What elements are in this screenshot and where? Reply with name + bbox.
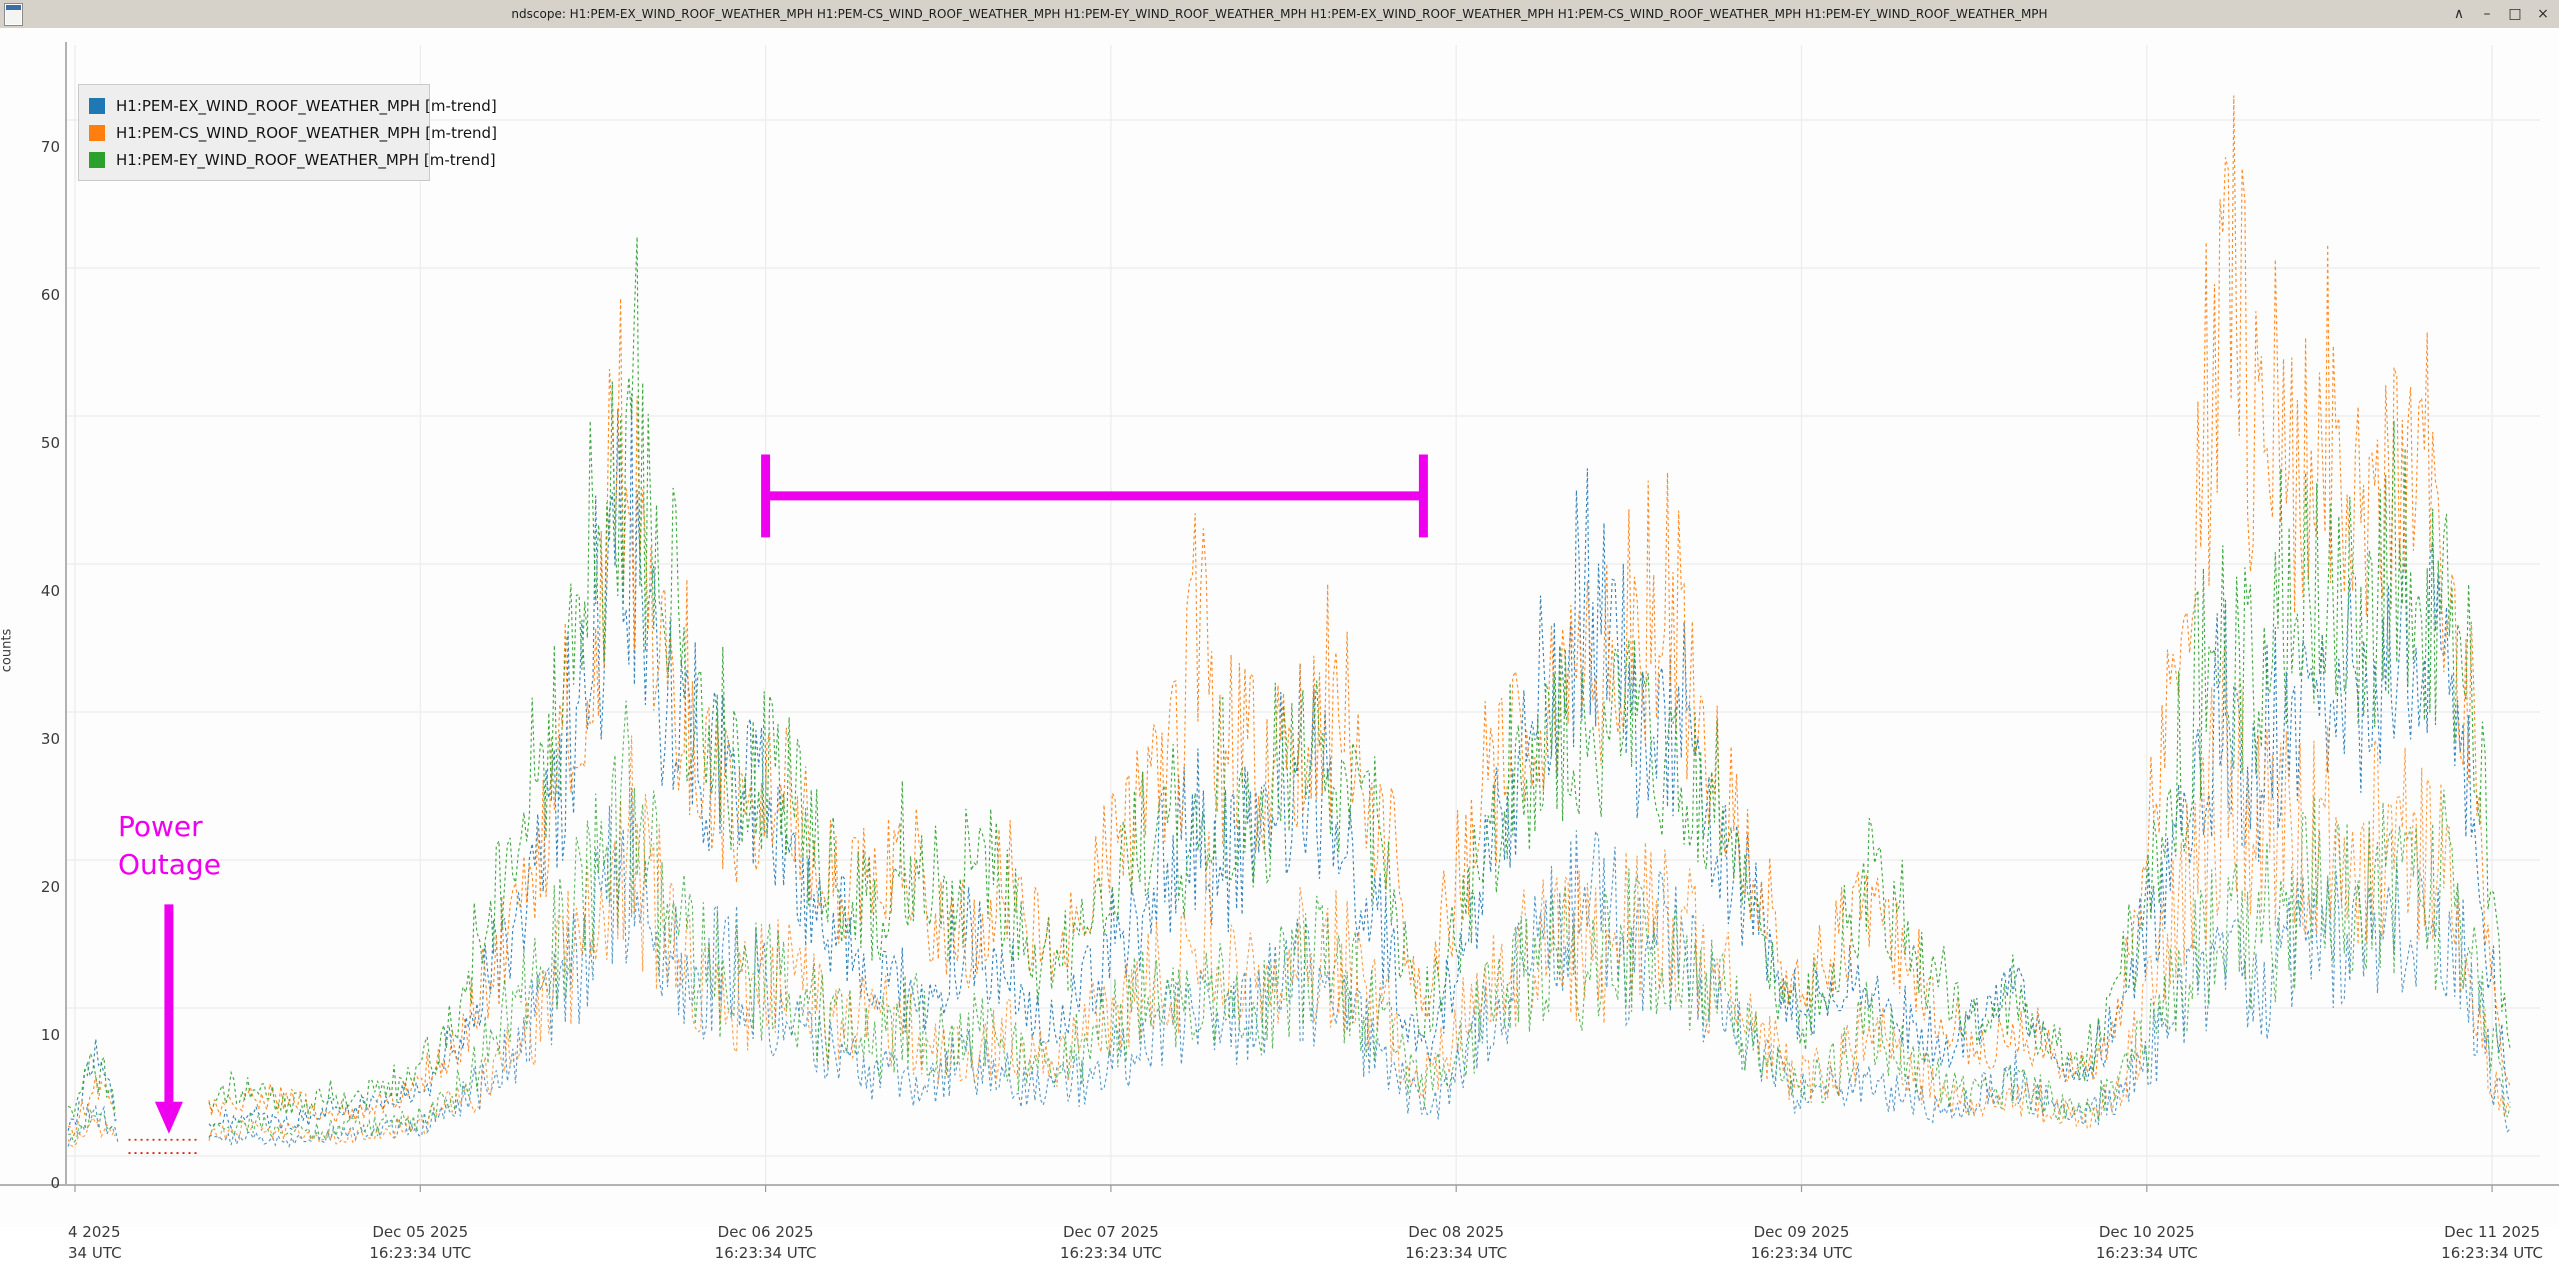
ndscope-window: ndscope: H1:PEM-EX_WIND_ROOF_WEATHER_MPH… — [0, 0, 2559, 1227]
chart-canvas[interactable] — [0, 28, 2559, 1227]
x-tick-label: 4 202534 UTC — [68, 1222, 122, 1264]
y-tick-label: 30 — [0, 730, 60, 748]
shade-button[interactable]: ∧ — [2451, 0, 2467, 28]
trend-line — [68, 788, 2510, 1147]
power-outage-text-line: Power — [118, 808, 221, 846]
trend-line — [68, 645, 2510, 1147]
power-outage-arrow-head — [155, 1102, 183, 1134]
legend[interactable]: H1:PEM-EX_WIND_ROOF_WEATHER_MPH [m-trend… — [78, 84, 430, 181]
y-tick-label: 70 — [0, 138, 60, 156]
legend-item: H1:PEM-EY_WIND_ROOF_WEATHER_MPH [m-trend… — [89, 146, 419, 173]
x-tick-label: Dec 07 202516:23:34 UTC — [1060, 1222, 1162, 1264]
legend-swatch — [89, 152, 105, 168]
trend-line — [68, 701, 2510, 1143]
power-outage-annotation-label: PowerOutage — [118, 808, 221, 884]
titlebar: ndscope: H1:PEM-EX_WIND_ROOF_WEATHER_MPH… — [0, 0, 2559, 29]
y-tick-label: 50 — [0, 434, 60, 452]
trend-line — [68, 96, 2510, 1136]
x-tick-label: Dec 08 202516:23:34 UTC — [1405, 1222, 1507, 1264]
plot-area[interactable]: counts 010203040506070 4 202534 UTCDec 0… — [0, 28, 2559, 1227]
y-tick-label: 0 — [0, 1174, 60, 1192]
window-title: ndscope: H1:PEM-EX_WIND_ROOF_WEATHER_MPH… — [511, 7, 2047, 21]
x-tick-label: Dec 11 202516:23:34 UTC — [2441, 1222, 2543, 1264]
y-axis-label: counts — [0, 616, 15, 686]
y-tick-label: 40 — [0, 582, 60, 600]
x-tick-label: Dec 06 202516:23:34 UTC — [715, 1222, 817, 1264]
trend-line — [68, 237, 2510, 1117]
legend-label: H1:PEM-CS_WIND_ROOF_WEATHER_MPH [m-trend… — [116, 124, 497, 142]
x-tick-label: Dec 09 202516:23:34 UTC — [1751, 1222, 1853, 1264]
minimize-button[interactable]: – — [2479, 0, 2495, 28]
y-tick-label: 10 — [0, 1026, 60, 1044]
legend-item: H1:PEM-EX_WIND_ROOF_WEATHER_MPH [m-trend… — [89, 92, 419, 119]
window-controls: ∧–□ × — [2451, 0, 2551, 28]
y-tick-label: 20 — [0, 878, 60, 896]
maximize-button[interactable]: □ — [2507, 0, 2523, 28]
legend-label: H1:PEM-EX_WIND_ROOF_WEATHER_MPH [m-trend… — [116, 97, 497, 115]
power-outage-text-line: Outage — [118, 846, 221, 884]
close-button[interactable]: × — [2535, 0, 2551, 28]
legend-item: H1:PEM-CS_WIND_ROOF_WEATHER_MPH [m-trend… — [89, 119, 419, 146]
legend-label: H1:PEM-EY_WIND_ROOF_WEATHER_MPH [m-trend… — [116, 151, 496, 169]
x-tick-label: Dec 10 202516:23:34 UTC — [2096, 1222, 2198, 1264]
legend-swatch — [89, 125, 105, 141]
window-menu-icon[interactable] — [4, 3, 23, 26]
y-tick-label: 60 — [0, 286, 60, 304]
x-tick-label: Dec 05 202516:23:34 UTC — [369, 1222, 471, 1264]
legend-swatch — [89, 98, 105, 114]
